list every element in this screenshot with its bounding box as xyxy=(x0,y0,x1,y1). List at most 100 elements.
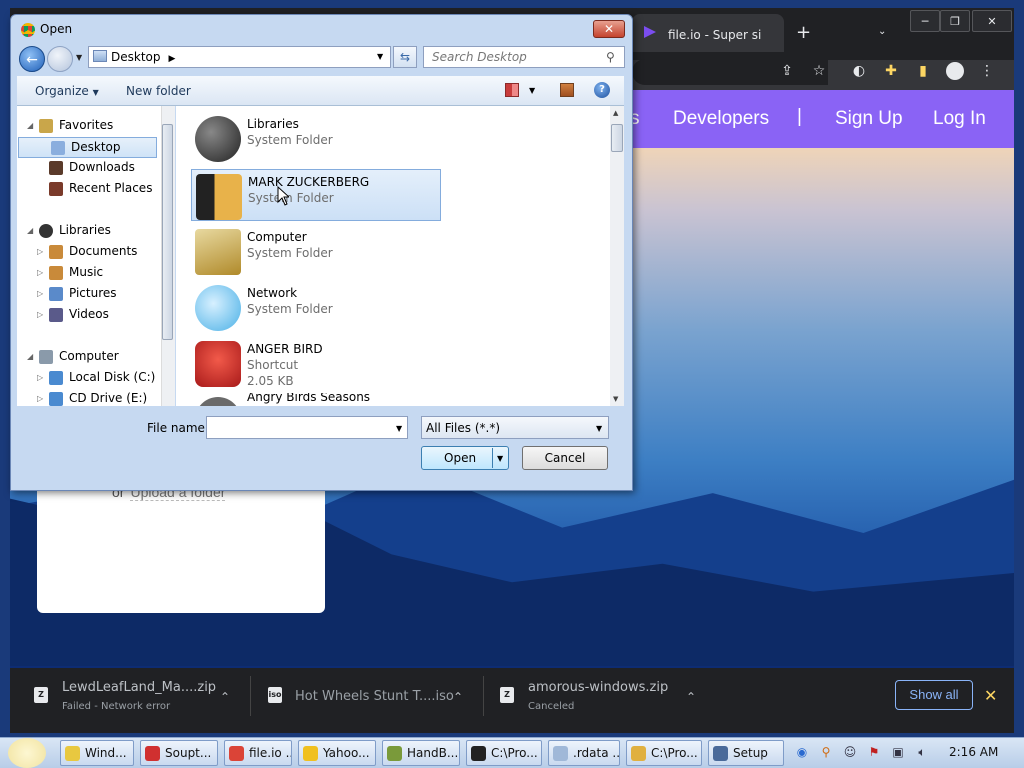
file-name-input[interactable] xyxy=(206,416,408,439)
search-input[interactable]: Search Desktop xyxy=(423,46,625,68)
address-dropdown-icon[interactable]: ▼ xyxy=(377,52,383,61)
nav-link-sign-up[interactable]: Sign Up xyxy=(835,108,903,130)
download-options-chevron-icon[interactable]: ⌃ xyxy=(220,690,230,704)
browser-maximize-button[interactable]: ❐ xyxy=(940,10,970,32)
search-icon[interactable]: ⚲ xyxy=(606,50,615,64)
open-button[interactable]: Open xyxy=(421,446,509,470)
nav-item-downloads[interactable]: Downloads xyxy=(17,158,161,179)
collapsed-chevron-icon[interactable]: ▷ xyxy=(37,247,43,256)
preview-pane-icon[interactable] xyxy=(560,83,574,97)
show-all-downloads-button[interactable]: Show all xyxy=(895,680,973,710)
taskbar-button-8[interactable]: C:\Pro... xyxy=(626,740,702,766)
collapsed-chevron-icon[interactable]: ▷ xyxy=(37,310,43,319)
taskbar-button-5[interactable]: HandB... xyxy=(382,740,460,766)
browser-menu-icon[interactable]: ⋮ xyxy=(976,60,998,82)
nav-item-pictures[interactable]: ▷ Pictures xyxy=(17,284,161,305)
download-item-2[interactable]: Hot Wheels Stunt T....iso xyxy=(295,689,454,704)
taskbar-clock[interactable]: 2:16 AM xyxy=(949,745,998,759)
share-icon[interactable]: ⇪ xyxy=(776,60,798,82)
file-item-computer[interactable]: Computer System Folder xyxy=(191,225,441,277)
extensions-puzzle-icon[interactable]: ✚ xyxy=(880,60,902,82)
file-type: System Folder xyxy=(248,191,334,205)
organize-menu-button[interactable]: Organize ▼ xyxy=(35,84,99,98)
nav-item-libraries[interactable]: ◢ Libraries xyxy=(17,221,161,242)
download-options-chevron-icon[interactable]: ⌃ xyxy=(453,690,463,704)
scroll-up-icon[interactable]: ▲ xyxy=(613,109,618,117)
close-download-shelf-icon[interactable]: ✕ xyxy=(984,686,997,705)
filter-dropdown-icon[interactable]: ▼ xyxy=(596,424,602,433)
forward-button[interactable] xyxy=(47,46,73,72)
dialog-close-button[interactable]: ✕ xyxy=(593,20,625,38)
download-options-chevron-icon[interactable]: ⌃ xyxy=(686,690,696,704)
scroll-down-icon[interactable]: ▼ xyxy=(613,395,618,403)
file-item-libraries[interactable]: Libraries System Folder xyxy=(191,112,441,164)
refresh-button[interactable]: ⇆ xyxy=(393,46,417,68)
nav-item-videos[interactable]: ▷ Videos xyxy=(17,305,161,326)
tray-display-icon[interactable]: ▣ xyxy=(890,744,906,760)
tab-file-io[interactable]: file.io - Super si xyxy=(632,14,784,52)
nav-item-local-disk-c[interactable]: ▷ Local Disk (C:) xyxy=(17,368,161,389)
change-view-icon[interactable] xyxy=(505,83,519,97)
tray-volume-icon[interactable]: 🔈︎ xyxy=(914,744,930,760)
tray-network-globe-icon[interactable]: ◉ xyxy=(794,744,810,760)
nav-link-log-in[interactable]: Log In xyxy=(933,108,986,130)
collapsed-chevron-icon[interactable]: ▷ xyxy=(37,373,43,382)
expanded-chevron-icon[interactable]: ◢ xyxy=(27,121,33,130)
collapsed-chevron-icon[interactable]: ▷ xyxy=(37,394,43,403)
nav-item-desktop[interactable]: Desktop xyxy=(18,137,157,158)
collapsed-chevron-icon[interactable]: ▷ xyxy=(37,289,43,298)
side-panel-icon[interactable]: ▮ xyxy=(912,60,934,82)
navigation-scroll-thumb[interactable] xyxy=(162,124,173,340)
taskbar-button-7[interactable]: .rdata ... xyxy=(548,740,620,766)
file-item-anger-bird[interactable]: ANGER BIRD Shortcut 2.05 KB xyxy=(191,337,441,389)
breadcrumb-arrow-icon[interactable]: ▶ xyxy=(169,54,176,64)
tray-search-icon[interactable]: ⚲ xyxy=(818,744,834,760)
help-icon[interactable]: ? xyxy=(594,82,610,98)
tab-search-chevron-icon[interactable]: ⌄ xyxy=(878,26,886,37)
expanded-chevron-icon[interactable]: ◢ xyxy=(27,226,33,235)
dialog-address-bar[interactable]: Desktop ▶ xyxy=(88,46,391,68)
file-item-mark-zuckerberg[interactable]: MARK ZUCKERBERG System Folder xyxy=(191,169,441,221)
breadcrumb[interactable]: Desktop xyxy=(111,50,161,64)
nav-item-computer[interactable]: ◢ Computer xyxy=(17,347,161,368)
new-folder-button[interactable]: New folder xyxy=(126,84,191,98)
address-bar[interactable] xyxy=(632,59,828,85)
bookmark-star-icon[interactable]: ☆ xyxy=(808,60,830,82)
download-item-3[interactable]: amorous-windows.zip Canceled xyxy=(528,680,668,712)
taskbar-button-3[interactable]: file.io ... xyxy=(224,740,292,766)
file-name: MARK ZUCKERBERG xyxy=(248,175,370,189)
new-tab-icon[interactable]: + xyxy=(796,22,811,43)
cancel-button[interactable]: Cancel xyxy=(522,446,608,470)
taskbar-button-6[interactable]: C:\Pro... xyxy=(466,740,542,766)
collapsed-chevron-icon[interactable]: ▷ xyxy=(37,268,43,277)
browser-close-button[interactable]: ✕ xyxy=(972,10,1012,32)
file-type-filter-select[interactable]: All Files (*.*) xyxy=(421,416,609,439)
nav-link-developers[interactable]: Developers xyxy=(673,108,769,130)
tray-status-icon[interactable]: ☺ xyxy=(842,744,858,760)
file-item-network[interactable]: Network System Folder xyxy=(191,281,441,333)
file-item-angry-birds-seasons[interactable]: Angry Birds Seasons xyxy=(191,393,441,406)
taskbar-button-9[interactable]: Setup xyxy=(708,740,784,766)
open-options-chevron-icon[interactable]: ▼ xyxy=(497,454,503,463)
nav-item-music[interactable]: ▷ Music xyxy=(17,263,161,284)
nav-item-favorites[interactable]: ◢ Favorites xyxy=(17,116,161,137)
file-list-scroll-thumb[interactable] xyxy=(611,124,623,152)
taskbar-button-1[interactable]: Wind... xyxy=(60,740,134,766)
nav-item-cd-drive-e[interactable]: ▷ CD Drive (E:) xyxy=(17,389,161,410)
nav-item-documents[interactable]: ▷ Documents xyxy=(17,242,161,263)
start-button[interactable] xyxy=(8,738,46,768)
nav-item-label: Desktop xyxy=(71,140,121,154)
back-button[interactable]: ← xyxy=(19,46,45,72)
file-name-dropdown-icon[interactable]: ▼ xyxy=(396,424,402,433)
recent-locations-chevron-icon[interactable]: ▼ xyxy=(76,53,82,62)
extension-flag-icon[interactable]: ◐ xyxy=(848,60,870,82)
profile-avatar[interactable] xyxy=(946,62,964,80)
browser-minimize-button[interactable]: ─ xyxy=(910,10,940,32)
tray-action-center-icon[interactable]: ⚑ xyxy=(866,744,882,760)
taskbar-button-4[interactable]: Yahoo... xyxy=(298,740,376,766)
expanded-chevron-icon[interactable]: ◢ xyxy=(27,352,33,361)
download-item-1[interactable]: LewdLeafLand_Ma....zip Failed - Network … xyxy=(62,680,216,712)
taskbar-button-2[interactable]: Soupt... xyxy=(140,740,218,766)
view-options-chevron-icon[interactable]: ▼ xyxy=(529,86,535,95)
nav-item-recent-places[interactable]: Recent Places xyxy=(17,179,161,200)
